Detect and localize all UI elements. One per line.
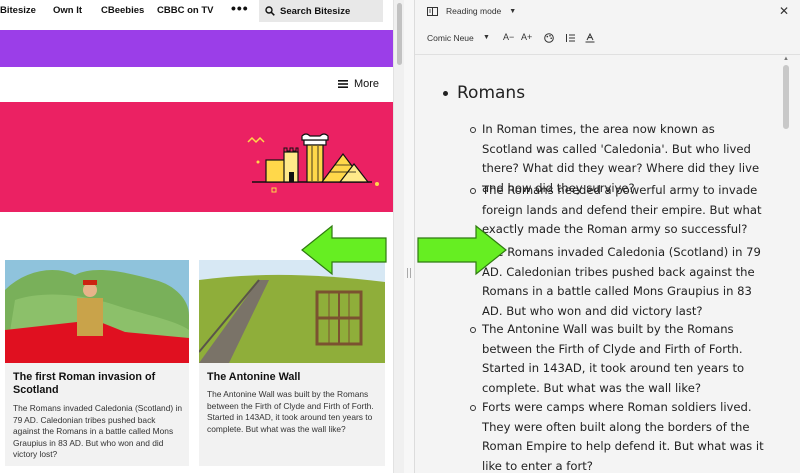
list-item: The Antonine Wall was built by the Roman… bbox=[470, 320, 767, 398]
menu-bar: More bbox=[0, 68, 393, 102]
card-description: The Romans invaded Caledonia (Scotland) … bbox=[13, 403, 182, 459]
reading-mode-header: Reading mode ▼ ✕ bbox=[415, 0, 800, 22]
nav-cbeebies[interactable]: CBeebies bbox=[101, 5, 144, 16]
arrow-left-icon bbox=[301, 224, 387, 276]
paragraph-text: The Romans invaded Caledonia (Scotland) … bbox=[482, 245, 761, 318]
decrease-font-button[interactable]: A− bbox=[503, 32, 514, 42]
article-heading: Romans bbox=[457, 83, 526, 103]
splitter-grip-icon[interactable] bbox=[407, 268, 411, 278]
reading-mode-label: Reading mode bbox=[446, 6, 502, 16]
list-bullet bbox=[443, 90, 448, 96]
pane-splitter[interactable] bbox=[404, 0, 414, 473]
nav-own-it[interactable]: Own It bbox=[53, 5, 82, 16]
list-bullet bbox=[470, 188, 476, 194]
nav-bitesize[interactable]: Bitesize bbox=[0, 5, 36, 16]
nav-cbbc-on-tv[interactable]: CBBC on TV bbox=[157, 5, 213, 16]
scotland-map-image bbox=[5, 260, 189, 363]
list-item: The Romans needed a powerful army to inv… bbox=[470, 181, 767, 240]
card-description: The Antonine Wall was built by the Roman… bbox=[207, 389, 374, 434]
card-first-roman-invasion[interactable]: The first Roman invasion of Scotland The… bbox=[5, 260, 189, 466]
roman-buildings-illustration bbox=[247, 133, 379, 193]
paragraph-text: Forts were camps where Roman soldiers li… bbox=[482, 400, 764, 473]
list-bullet bbox=[470, 327, 476, 333]
reader-scrollbar-thumb[interactable] bbox=[783, 65, 789, 129]
reader-scrollbar[interactable]: ▲ bbox=[781, 55, 791, 473]
left-scrollbar[interactable] bbox=[393, 0, 404, 473]
card-antonine-wall[interactable]: The Antonine Wall The Antonine Wall was … bbox=[199, 260, 385, 466]
close-icon[interactable]: ✕ bbox=[779, 4, 789, 18]
list-bullet bbox=[470, 405, 476, 411]
reading-toolbar: Comic Neue ▼ A− A+ bbox=[415, 28, 800, 50]
search-icon bbox=[265, 6, 275, 16]
more-label: More bbox=[353, 78, 379, 90]
font-chevron-down-icon[interactable]: ▼ bbox=[483, 34, 490, 41]
search-button[interactable]: Search Bitesize bbox=[259, 0, 383, 22]
scroll-up-icon[interactable]: ▲ bbox=[783, 56, 789, 62]
more-menu-button[interactable]: More bbox=[337, 78, 379, 90]
hamburger-icon bbox=[337, 80, 348, 88]
increase-font-button[interactable]: A+ bbox=[521, 32, 532, 42]
card-title[interactable]: The first Roman invasion of Scotland bbox=[13, 371, 183, 397]
list-item: The Romans invaded Caledonia (Scotland) … bbox=[470, 243, 767, 321]
heading-row: Romans bbox=[443, 83, 525, 103]
list-bullet bbox=[470, 127, 476, 133]
list-item: Forts were camps where Roman soldiers li… bbox=[470, 398, 767, 473]
arrow-right-icon bbox=[417, 224, 507, 276]
more-nav-icon[interactable]: ••• bbox=[231, 0, 249, 16]
line-spacing-icon[interactable] bbox=[565, 33, 575, 43]
book-icon bbox=[427, 6, 438, 16]
palette-icon[interactable] bbox=[544, 33, 554, 43]
chevron-down-icon: ▼ bbox=[509, 7, 517, 15]
paragraph-text: The Romans needed a powerful army to inv… bbox=[482, 183, 762, 236]
top-navigation: Bitesize Own It CBeebies CBBC on TV ••• … bbox=[0, 0, 393, 22]
topic-banner bbox=[0, 102, 393, 212]
left-scrollbar-thumb[interactable] bbox=[397, 3, 402, 65]
purple-banner bbox=[0, 30, 393, 67]
font-select[interactable]: Comic Neue bbox=[427, 33, 474, 43]
card-title[interactable]: The Antonine Wall bbox=[207, 371, 379, 384]
search-label: Search Bitesize bbox=[280, 5, 351, 17]
paragraph-text: The Antonine Wall was built by the Roman… bbox=[482, 322, 745, 395]
reading-mode-dropdown[interactable]: Reading mode ▼ bbox=[423, 2, 520, 20]
letter-spacing-icon[interactable] bbox=[585, 33, 595, 43]
